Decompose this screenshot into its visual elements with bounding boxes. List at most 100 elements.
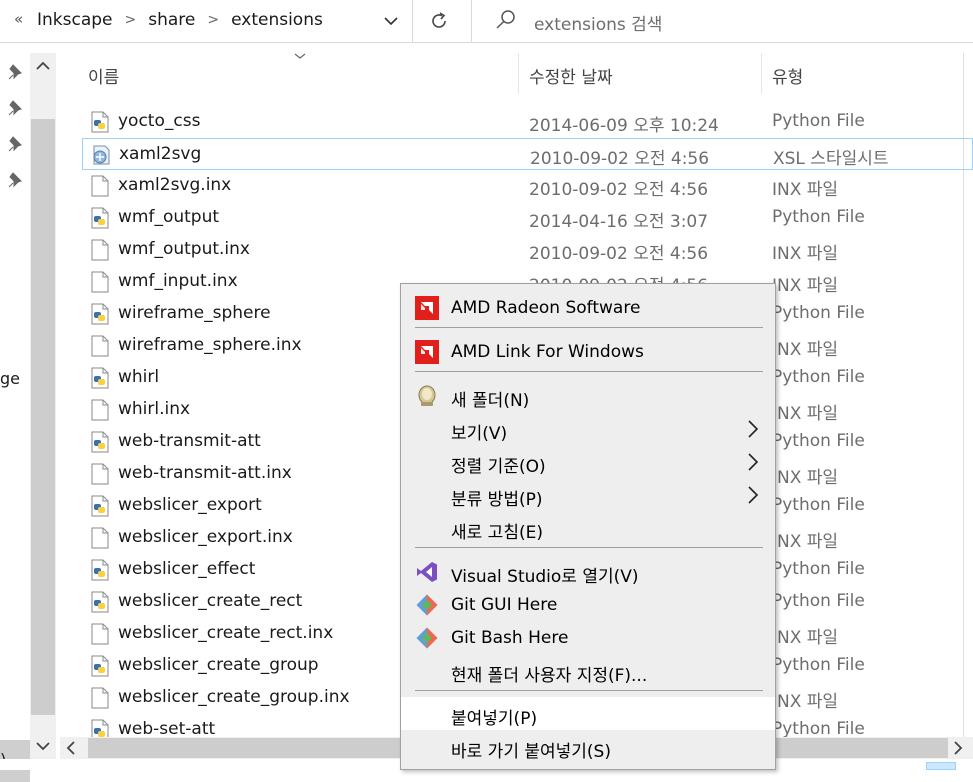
file-row[interactable]: xaml2svg.inx 2010-09-02 오전 4:56 INX 파일 (82, 170, 973, 202)
breadcrumb-share[interactable]: share (148, 10, 195, 30)
file-name: wireframe_sphere (118, 303, 271, 323)
chevron-down-icon[interactable] (382, 12, 400, 30)
pin-icon[interactable] (7, 135, 25, 153)
file-name: webslicer_create_rect (118, 591, 303, 611)
breadcrumb[interactable]: « Inkscape > share > extensions (0, 0, 413, 43)
python-file-icon (90, 591, 110, 613)
file-type: Python File (772, 719, 865, 739)
menu-item-label: Git Bash Here (451, 628, 569, 648)
menu-item-label: 분류 방법(P) (451, 490, 543, 510)
file-name: web-transmit-att.inx (118, 463, 292, 483)
visual-studio-icon (415, 560, 439, 584)
file-row[interactable]: wmf_output 2014-04-16 오전 3:07 Python File (82, 202, 973, 234)
breadcrumb-separator-icon[interactable]: > (207, 12, 219, 28)
nav-item-partial[interactable]: ge (0, 369, 20, 388)
menu-item-open-in-visual-studio[interactable]: Visual Studio로 열기(V) (401, 555, 775, 588)
scroll-right-icon[interactable] (953, 741, 963, 755)
file-type: Python File (772, 431, 865, 451)
menu-item-customize-folder[interactable]: 현재 폴더 사용자 지정(F)... (401, 654, 775, 687)
navigation-pane: ge ) (0, 53, 60, 782)
git-icon (415, 626, 439, 650)
menu-item-label: 새 폴더(N) (451, 391, 530, 411)
file-type: INX 파일 (772, 244, 839, 264)
breadcrumb-inkscape[interactable]: Inkscape (37, 10, 113, 30)
git-icon (415, 593, 439, 617)
file-name: webslicer_create_group (118, 655, 319, 675)
refresh-icon (432, 12, 446, 28)
file-type: Python File (772, 591, 865, 611)
scroll-left-icon[interactable] (66, 741, 76, 755)
file-row[interactable]: xaml2svg 2010-09-02 오전 4:56 XSL 스타일시트 (82, 138, 973, 170)
file-type: INX 파일 (772, 692, 839, 712)
breadcrumb-overflow[interactable]: « (14, 10, 23, 28)
python-file-icon (90, 111, 110, 133)
menu-item-paste[interactable]: 붙여넣기(P) (401, 697, 775, 730)
python-file-icon (90, 367, 110, 389)
file-name: web-transmit-att (118, 431, 261, 451)
scrollbar-thumb[interactable] (31, 119, 55, 715)
pin-icon[interactable] (7, 99, 25, 117)
search-input[interactable]: extensions 검색 (534, 10, 662, 35)
blank-file-icon (90, 239, 110, 261)
breadcrumb-separator-icon[interactable]: > (125, 12, 137, 28)
file-type: INX 파일 (772, 532, 839, 552)
menu-item-view[interactable]: 보기(V) (401, 412, 775, 445)
column-header-name[interactable]: 이름 (88, 63, 119, 88)
menu-item-group-by[interactable]: 분류 방법(P) (401, 478, 775, 511)
menu-item-label: 보기(V) (451, 424, 508, 444)
column-header-type[interactable]: 유형 (772, 63, 803, 88)
python-file-icon (90, 655, 110, 677)
scroll-down-icon[interactable] (36, 741, 50, 751)
menu-item-amd-link[interactable]: AMD Link For Windows (401, 335, 775, 368)
file-name: webslicer_effect (118, 559, 256, 579)
pin-icon[interactable] (7, 63, 25, 81)
menu-item-new-folder[interactable]: 새 폴더(N) (401, 379, 775, 412)
python-file-icon (90, 559, 110, 581)
address-bar: « Inkscape > share > extensions extensio… (0, 0, 973, 43)
file-type: Python File (772, 303, 865, 323)
column-header-date[interactable]: 수정한 날짜 (529, 63, 613, 88)
submenu-arrow-icon (747, 485, 759, 509)
file-date: 2014-04-16 오전 3:07 (529, 212, 709, 232)
column-divider[interactable] (761, 53, 762, 94)
file-type: Python File (772, 207, 865, 227)
menu-separator (415, 327, 763, 328)
menu-item-refresh[interactable]: 새로 고침(E) (401, 511, 775, 544)
file-row[interactable]: wmf_output.inx 2010-09-02 오전 4:56 INX 파일 (82, 234, 973, 266)
breadcrumb-extensions[interactable]: extensions (231, 10, 323, 30)
view-toggle-button[interactable] (926, 762, 956, 770)
file-type: INX 파일 (772, 404, 839, 424)
menu-item-paste-shortcut[interactable]: 바로 가기 붙여넣기(S) (401, 730, 775, 763)
menu-item-label: Git GUI Here (451, 595, 558, 615)
nav-scrollbar[interactable] (30, 53, 56, 770)
file-type: Python File (772, 559, 865, 579)
file-type: XSL 스타일시트 (773, 149, 889, 169)
python-file-icon (90, 431, 110, 453)
menu-item-label: Visual Studio로 열기(V) (451, 567, 639, 587)
menu-item-label: AMD Link For Windows (451, 342, 644, 362)
file-type: INX 파일 (772, 340, 839, 360)
scroll-up-icon[interactable] (36, 61, 50, 71)
menu-item-label: 바로 가기 붙여넣기(S) (451, 742, 611, 762)
menu-item-amd-radeon-software[interactable]: AMD Radeon Software (401, 291, 775, 324)
refresh-button[interactable] (414, 0, 472, 43)
pin-icon[interactable] (7, 171, 25, 189)
menu-item-git-bash-here[interactable]: Git Bash Here (401, 621, 775, 654)
menu-item-git-gui-here[interactable]: Git GUI Here (401, 588, 775, 621)
blank-file-icon (90, 463, 110, 485)
column-divider[interactable] (518, 53, 519, 94)
python-file-icon (90, 303, 110, 325)
menu-item-sort-by[interactable]: 정렬 기준(O) (401, 445, 775, 478)
file-type: Python File (772, 367, 865, 387)
blank-file-icon (90, 271, 110, 293)
file-name: yocto_css (118, 111, 201, 131)
menu-separator (415, 547, 763, 548)
blank-file-icon (90, 335, 110, 357)
blank-file-icon (90, 399, 110, 421)
file-name: xaml2svg (119, 144, 202, 164)
menu-item-label: 새로 고침(E) (451, 523, 543, 543)
submenu-arrow-icon (747, 452, 759, 476)
file-row[interactable]: yocto_css 2014-06-09 오후 10:24 Python File (82, 106, 973, 138)
file-name: wmf_output (118, 207, 220, 227)
file-name: xaml2svg.inx (118, 175, 232, 195)
